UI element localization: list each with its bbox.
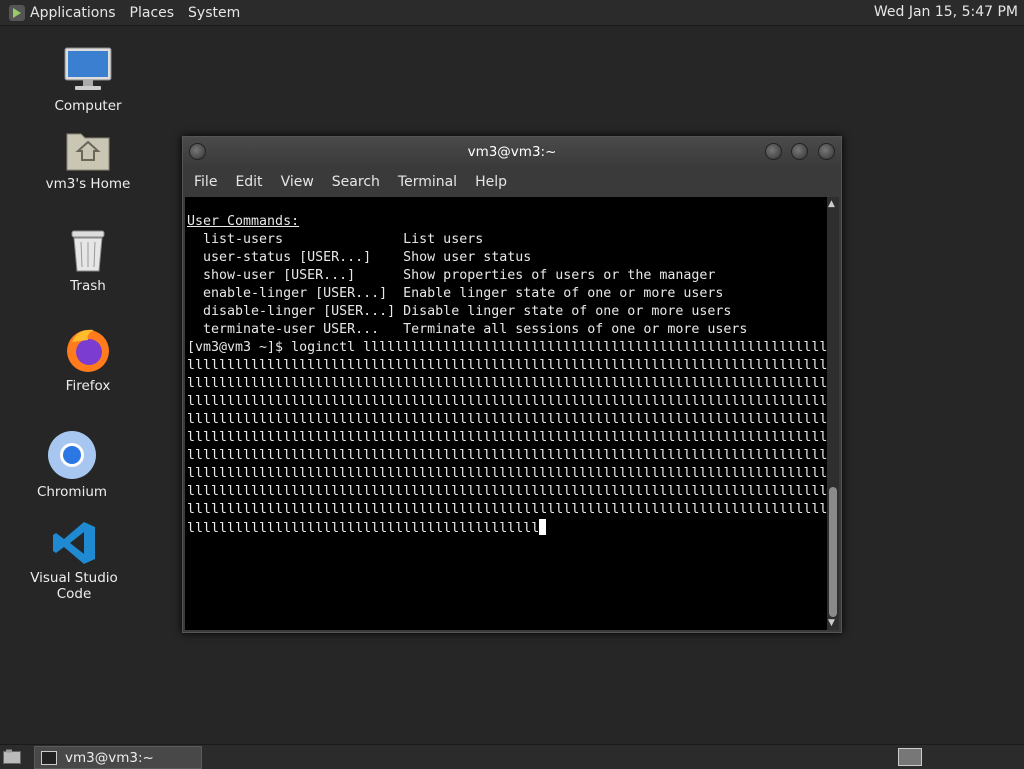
menu-file[interactable]: File (194, 174, 217, 190)
clock[interactable]: Wed Jan 15, 5:47 PM (874, 4, 1018, 20)
show-desktop-icon[interactable] (3, 749, 21, 764)
cmd-row: terminate-user USER... Terminate all ses… (187, 322, 748, 337)
desktop-icon-label: Firefox (65, 378, 111, 394)
menu-terminal[interactable]: Terminal (398, 174, 457, 190)
desktop-icon-label: Visual Studio Code (30, 570, 118, 602)
window-title: vm3@vm3:~ (467, 144, 557, 160)
firefox-icon (67, 329, 109, 372)
menu-edit[interactable]: Edit (235, 174, 262, 190)
chromium-icon (48, 431, 96, 479)
text-cursor (539, 519, 547, 535)
cmd-row: disable-linger [USER...] Disable linger … (187, 304, 732, 319)
cmd-row: user-status [USER...] Show user status (187, 250, 532, 265)
terminal-output: User Commands: list-users List users use… (185, 197, 827, 538)
minimize-button[interactable] (765, 143, 782, 160)
applications-logo-icon[interactable] (8, 4, 26, 22)
desktop-icon-computer[interactable]: Computer (33, 46, 143, 114)
scroll-up-arrow-icon[interactable]: ▲ (828, 199, 835, 209)
computer-icon (64, 47, 112, 90)
terminal-icon (41, 750, 57, 765)
desktop-icon-label: Trash (70, 278, 106, 294)
vscode-icon (53, 522, 95, 564)
desktop-icon-label: vm3's Home (45, 176, 131, 192)
terminal-screen[interactable]: User Commands: list-users List users use… (185, 197, 827, 630)
section-header: User Commands: (187, 214, 300, 229)
scroll-down-arrow-icon[interactable]: ▼ (828, 618, 835, 628)
menu-search[interactable]: Search (332, 174, 380, 190)
prompt-line[interactable]: [vm3@vm3 ~]$ loginctl llllllllllllllllll… (187, 340, 827, 536)
desktop-icon-label: Chromium (36, 484, 108, 500)
taskbar-button-terminal[interactable]: vm3@vm3:~ (34, 746, 202, 769)
desktop-icon-label: Computer (54, 98, 122, 114)
desktop-icon-home[interactable]: vm3's Home (33, 128, 143, 192)
desktop-icon-vscode[interactable]: Visual Studio Code (19, 520, 129, 602)
top-panel: Applications Places System Wed Jan 15, 5… (0, 0, 1024, 26)
trash-icon (71, 230, 105, 272)
menu-system[interactable]: System (188, 5, 240, 21)
cmd-row: show-user [USER...] Show properties of u… (187, 268, 716, 283)
terminal-titlebar[interactable]: vm3@vm3:~ (183, 137, 841, 167)
cmd-row: list-users List users (187, 232, 484, 247)
desktop-icon-chromium[interactable]: Chromium (17, 430, 127, 500)
workspace-switcher[interactable] (898, 748, 922, 766)
scrollbar[interactable]: ▲ ▼ (827, 197, 839, 630)
menu-places[interactable]: Places (130, 5, 175, 21)
close-button[interactable] (818, 143, 835, 160)
bottom-panel: vm3@vm3:~ (0, 744, 1024, 769)
home-folder-icon (66, 133, 110, 171)
cmd-row: enable-linger [USER...] Enable linger st… (187, 286, 724, 301)
terminal-menubar: File Edit View Search Terminal Help (183, 167, 841, 197)
taskbar-button-label: vm3@vm3:~ (65, 749, 154, 766)
maximize-button[interactable] (791, 143, 808, 160)
menu-view[interactable]: View (281, 174, 314, 190)
scrollbar-thumb[interactable] (829, 487, 837, 617)
desktop-icon-firefox[interactable]: Firefox (33, 326, 143, 394)
menu-help[interactable]: Help (475, 174, 507, 190)
terminal-window[interactable]: vm3@vm3:~ File Edit View Search Terminal… (182, 136, 842, 633)
menu-applications[interactable]: Applications (30, 5, 116, 21)
desktop-icon-trash[interactable]: Trash (33, 228, 143, 294)
